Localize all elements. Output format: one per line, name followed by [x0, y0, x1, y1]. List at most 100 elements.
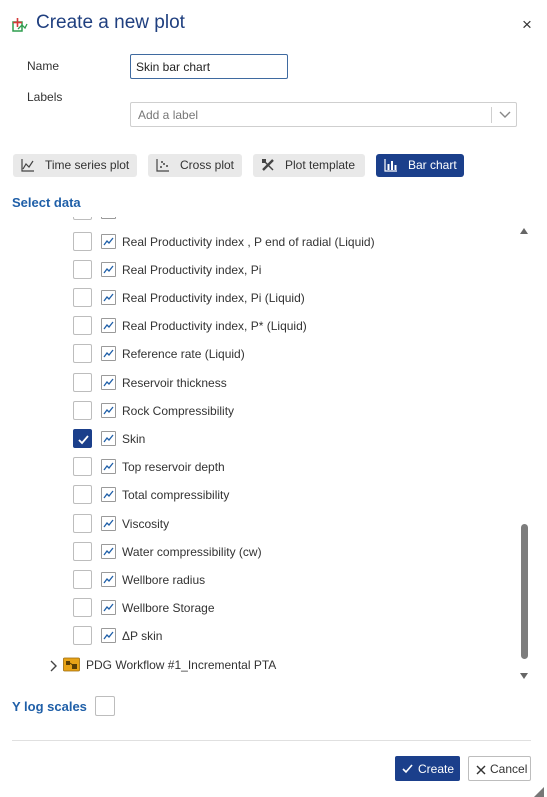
dialog-title-bar: Create a new plot ×: [0, 0, 547, 50]
scrollbar-thumb[interactable]: [521, 524, 528, 659]
series-icon: [101, 600, 116, 615]
list-item[interactable]: Real Productivity index, P* (Liquid): [12, 312, 517, 340]
labels-select[interactable]: Add a label: [130, 102, 517, 127]
series-icon: [101, 628, 116, 643]
tab-label: Time series plot: [45, 158, 130, 172]
list-item[interactable]: Real Productivity index, Pi: [12, 256, 517, 284]
cancel-button-label: Cancel: [490, 762, 528, 776]
y-log-scales-label: Y log scales: [12, 699, 87, 714]
workflow-icon: [63, 657, 80, 672]
labels-label: Labels: [27, 90, 63, 104]
tree-node-workflow[interactable]: PDG Workflow #1_Incremental PTA: [12, 654, 517, 676]
tree-node-label: PDG Workflow #1_Incremental PTA: [86, 658, 277, 672]
select-data-title: Select data: [12, 195, 81, 210]
list-item[interactable]: Reservoir thickness: [12, 369, 517, 397]
row-label: Top reservoir depth: [122, 460, 225, 474]
list-item[interactable]: Real Productivity index, Pi (Liquid): [12, 284, 517, 312]
list-item[interactable]: Viscosity: [12, 510, 517, 538]
data-list[interactable]: Real Productivity index , P end of radia…: [12, 217, 532, 677]
chevron-down-icon[interactable]: [497, 106, 513, 122]
close-button[interactable]: ×: [519, 15, 535, 35]
tab-label: Plot template: [285, 158, 356, 172]
row-checkbox[interactable]: [73, 542, 92, 561]
list-item[interactable]: ΔP skin: [12, 622, 517, 650]
list-item[interactable]: Top reservoir depth: [12, 453, 517, 481]
series-icon: [101, 516, 116, 531]
row-label: Wellbore Storage: [122, 601, 215, 615]
row-label: Wellbore radius: [122, 573, 206, 587]
scroll-up-arrow-icon[interactable]: [519, 222, 529, 234]
row-label: Real Productivity index, P* (Liquid): [122, 319, 307, 333]
series-icon: [101, 346, 116, 361]
row-label: Real Productivity index, Pi: [122, 263, 262, 277]
row-checkbox[interactable]: [73, 373, 92, 392]
series-icon: [101, 375, 116, 390]
list-item[interactable]: Wellbore radius: [12, 566, 517, 594]
dialog-title: Create a new plot: [36, 12, 185, 33]
footer-divider: [12, 740, 531, 741]
row-label: Reference rate (Liquid): [122, 347, 245, 361]
row-label: Total compressibility: [122, 488, 230, 502]
cross-plot-icon: [156, 158, 170, 172]
list-item-partial: [12, 217, 517, 220]
row-label: Water compressibility (cw): [122, 545, 262, 559]
row-label: Real Productivity index , P end of radia…: [122, 235, 375, 249]
list-item[interactable]: Real Productivity index , P end of radia…: [12, 228, 517, 256]
list-item[interactable]: Rock Compressibility: [12, 397, 517, 425]
resize-grip-icon[interactable]: [534, 784, 544, 797]
scroll-down-arrow-icon[interactable]: [519, 667, 529, 679]
bar-chart-icon: [384, 158, 398, 172]
row-checkbox[interactable]: [73, 316, 92, 335]
row-checkbox-checked[interactable]: [73, 429, 92, 448]
row-checkbox[interactable]: [73, 232, 92, 251]
list-item[interactable]: Water compressibility (cw): [12, 538, 517, 566]
row-label: Real Productivity index, Pi (Liquid): [122, 291, 305, 305]
row-checkbox[interactable]: [73, 457, 92, 476]
create-button[interactable]: Create: [395, 756, 460, 781]
series-icon: [101, 487, 116, 502]
series-icon: [101, 544, 116, 559]
row-checkbox[interactable]: [73, 598, 92, 617]
tab-time-series-plot[interactable]: Time series plot: [13, 154, 137, 177]
tab-label: Bar chart: [408, 158, 457, 172]
row-label: ΔP skin: [122, 629, 163, 643]
labels-placeholder: Add a label: [138, 108, 199, 122]
row-checkbox[interactable]: [73, 626, 92, 645]
name-input[interactable]: [130, 54, 288, 79]
list-item[interactable]: Reference rate (Liquid): [12, 340, 517, 368]
series-icon: [101, 290, 116, 305]
y-log-scales-checkbox[interactable]: [95, 696, 115, 716]
row-checkbox[interactable]: [73, 260, 92, 279]
list-item[interactable]: Wellbore Storage: [12, 594, 517, 622]
tab-bar-chart[interactable]: Bar chart: [376, 154, 464, 177]
row-checkbox[interactable]: [73, 288, 92, 307]
labels-separator: [491, 107, 492, 123]
series-icon: [101, 572, 116, 587]
create-button-label: Create: [418, 762, 455, 776]
row-checkbox[interactable]: [73, 217, 92, 220]
row-checkbox[interactable]: [73, 514, 92, 533]
row-checkbox[interactable]: [73, 401, 92, 420]
row-checkbox[interactable]: [73, 344, 92, 363]
series-icon: [101, 459, 116, 474]
list-item[interactable]: Skin: [12, 425, 517, 453]
series-icon: [101, 262, 116, 277]
series-icon: [101, 217, 116, 219]
cancel-button[interactable]: Cancel: [468, 756, 531, 781]
series-icon: [101, 318, 116, 333]
series-icon: [101, 234, 116, 249]
plot-template-icon: [261, 158, 275, 172]
create-plot-icon: [12, 17, 28, 33]
row-label: Skin: [122, 432, 146, 446]
close-icon: [476, 764, 486, 775]
row-checkbox[interactable]: [73, 485, 92, 504]
tab-cross-plot[interactable]: Cross plot: [148, 154, 242, 177]
row-label: Viscosity: [122, 517, 170, 531]
time-series-icon: [21, 158, 35, 172]
tab-label: Cross plot: [180, 158, 235, 172]
chevron-right-icon[interactable]: [48, 659, 58, 672]
tab-plot-template[interactable]: Plot template: [253, 154, 365, 177]
row-checkbox[interactable]: [73, 570, 92, 589]
series-icon: [101, 403, 116, 418]
list-item[interactable]: Total compressibility: [12, 481, 517, 509]
